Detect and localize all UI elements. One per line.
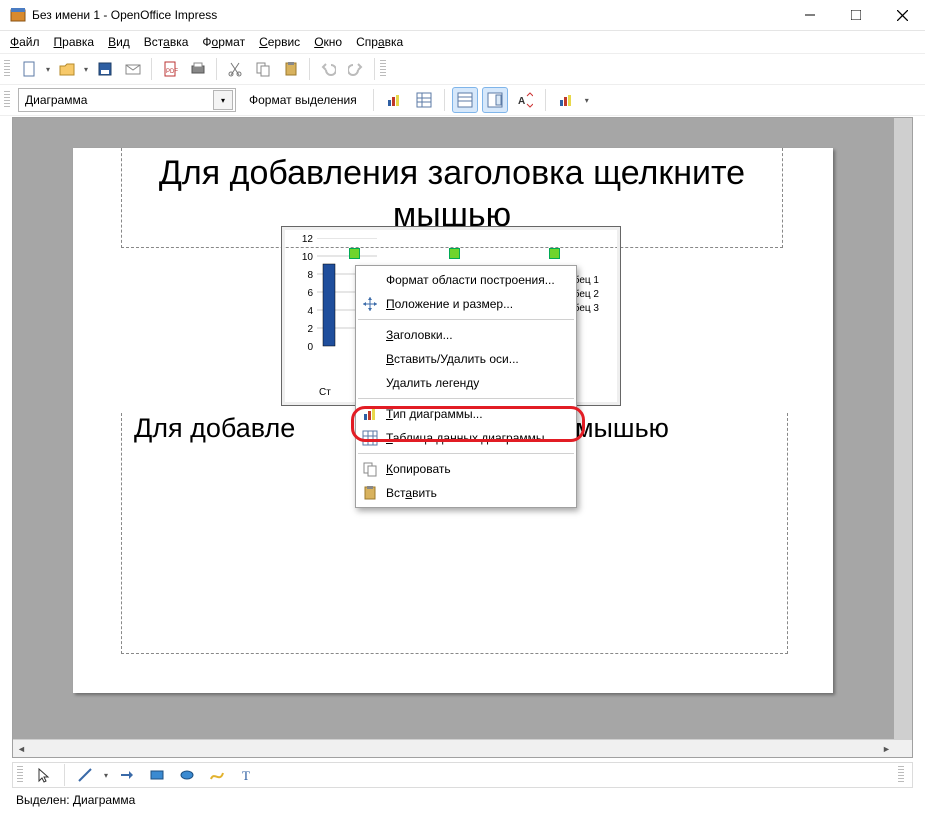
menu-view[interactable]: Вид [102,33,136,51]
scroll-left-icon[interactable]: ◄ [13,740,30,757]
cm-chart-type[interactable]: Тип диаграммы... [356,402,576,426]
text-left: Для добавле [134,413,295,443]
chart-data-button[interactable] [411,87,437,113]
ellipse-tool[interactable] [174,762,200,788]
svg-text:T: T [242,768,250,783]
ytick: 10 [297,252,313,263]
statusbar: Выделен: Диаграмма [12,790,913,810]
new-button[interactable] [16,56,42,82]
resize-handle[interactable] [349,248,360,259]
menubar: Файл Правка Вид Вставка Формат Сервис Ок… [0,31,925,53]
minimize-button[interactable] [787,0,833,30]
drawing-toolbar: ▾ T [12,762,913,788]
window-title: Без имени 1 - OpenOffice Impress [32,8,787,22]
open-dropdown[interactable]: ▾ [82,65,90,74]
rect-tool[interactable] [144,762,170,788]
app-icon [10,7,26,23]
standard-toolbar: ▾ ▾ PDF [0,53,925,85]
paste-button[interactable] [278,56,304,82]
element-combo[interactable]: Диаграмма ▾ [18,88,236,112]
svg-text:PDF: PDF [166,69,178,75]
pdf-button[interactable]: PDF [157,56,183,82]
svg-text:A: A [518,96,525,107]
horizontal-scrollbar[interactable]: ◄ ► [13,739,895,757]
pointer-tool[interactable] [31,762,57,788]
chart-layout-dropdown[interactable]: ▾ [583,96,591,105]
title-placeholder-text: Для добавления заголовка щелкните мышью [159,154,745,234]
hgrid-button[interactable] [452,87,478,113]
toolbar-grip[interactable] [4,60,10,78]
resize-handle[interactable] [449,248,460,259]
drawbar-grip-2[interactable] [898,766,904,784]
maximize-button[interactable] [833,0,879,30]
copy-icon [360,459,380,479]
cm-titles[interactable]: Заголовки... [356,323,576,347]
cm-delete-legend[interactable]: Удалить легенду [356,371,576,395]
formatting-toolbar: Диаграмма ▾ Формат выделения A ▾ [0,85,925,116]
xlabel: Ст [319,387,331,398]
menu-help[interactable]: Справка [350,33,409,51]
drawbar-grip[interactable] [17,766,23,784]
chart-legend: бец 1 бец 2 бец 3 [574,274,599,316]
cm-copy[interactable]: Копировать [356,457,576,481]
ytick: 6 [297,288,313,299]
undo-button[interactable] [315,56,341,82]
chart-layout-button[interactable] [553,87,579,113]
element-combo-value: Диаграмма [25,93,213,107]
toolbar2-grip[interactable] [4,91,10,109]
chart-type-icon [360,404,380,424]
print-button[interactable] [185,56,211,82]
email-button[interactable] [120,56,146,82]
line-tool[interactable] [72,762,98,788]
scroll-corner [895,740,912,757]
ytick: 12 [297,234,313,245]
position-icon [360,294,380,314]
table-icon [360,428,380,448]
toolbar-grip-2[interactable] [380,60,386,78]
menu-file[interactable]: Файл [4,33,46,51]
format-selection-button[interactable]: Формат выделения [240,88,366,112]
menu-format[interactable]: Формат [196,33,251,51]
ytick: 2 [297,324,313,335]
new-dropdown[interactable]: ▾ [44,65,52,74]
vertical-scrollbar[interactable] [894,118,912,740]
cm-format-area[interactable]: Формат области построения... [356,268,576,292]
arrow-tool[interactable] [114,762,140,788]
context-menu: Формат области построения... Положение и… [355,265,577,508]
cm-axes[interactable]: Вставить/Удалить оси... [356,347,576,371]
menu-window[interactable]: Окно [308,33,348,51]
resize-handle[interactable] [549,248,560,259]
titlebar: Без имени 1 - OpenOffice Impress [0,0,925,31]
save-button[interactable] [92,56,118,82]
window: Без имени 1 - OpenOffice Impress Файл Пр… [0,0,925,816]
menu-insert[interactable]: Вставка [138,33,195,51]
cm-chart-data-table[interactable]: Таблица данных диаграммы... [356,426,576,450]
legend-item: бец 3 [574,302,599,316]
cut-button[interactable] [222,56,248,82]
cm-paste[interactable]: Вставить [356,481,576,505]
freeform-tool[interactable] [204,762,230,788]
ytick: 0 [297,342,313,353]
status-text: Выделен: Диаграмма [16,793,135,807]
legend-item: бец 1 [574,274,599,288]
open-button[interactable] [54,56,80,82]
cm-position-size[interactable]: Положение и размер... [356,292,576,316]
text-scale-button[interactable]: A [512,87,538,113]
scroll-right-icon[interactable]: ► [878,740,895,757]
menu-tools[interactable]: Сервис [253,33,306,51]
ytick: 8 [297,270,313,281]
chart-type-button[interactable] [381,87,407,113]
close-button[interactable] [879,0,925,30]
menu-edit[interactable]: Правка [48,33,101,51]
text-tool[interactable]: T [234,762,260,788]
legend-item: бец 2 [574,288,599,302]
copy-button[interactable] [250,56,276,82]
ytick: 4 [297,306,313,317]
redo-button[interactable] [343,56,369,82]
paste-icon [360,483,380,503]
legend-button[interactable] [482,87,508,113]
chevron-down-icon[interactable]: ▾ [213,90,233,110]
